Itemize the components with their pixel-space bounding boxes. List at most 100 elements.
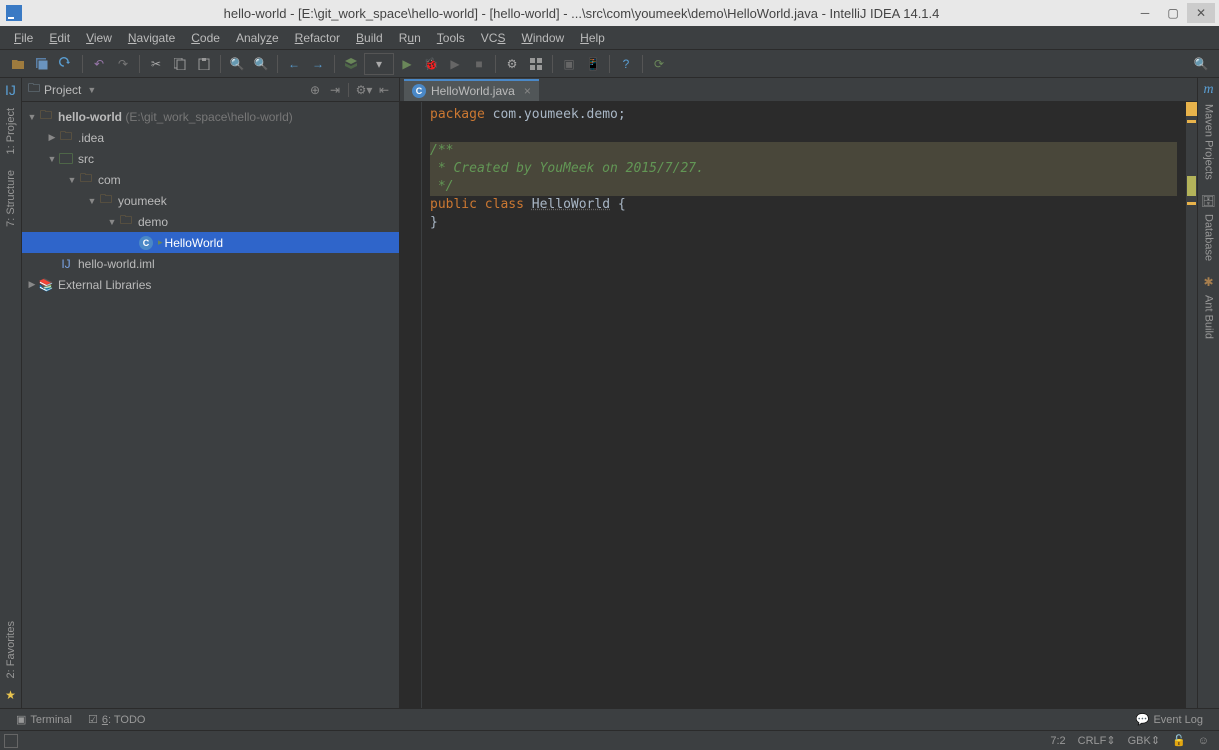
run-config-dropdown[interactable]: ▾ xyxy=(364,53,394,75)
close-tab-icon[interactable]: × xyxy=(524,84,531,98)
database-icon: 🗄 xyxy=(1201,194,1216,208)
terminal-tool-tab[interactable]: ▣ Terminal xyxy=(16,713,72,726)
title-bar: hello-world - [E:\git_work_space\hello-w… xyxy=(0,0,1219,26)
hide-panel-icon[interactable]: ⇤ xyxy=(375,81,393,99)
menu-analyze[interactable]: Analyze xyxy=(228,29,287,47)
maven-tool-tab[interactable]: Maven Projects xyxy=(1201,98,1217,186)
status-bar: 7:2 CRLF⇕ GBK⇕ 🔓 ☺ xyxy=(0,730,1219,750)
menu-edit[interactable]: Edit xyxy=(41,29,78,47)
menu-tools[interactable]: Tools xyxy=(429,29,473,47)
menu-navigate[interactable]: Navigate xyxy=(120,29,183,47)
package-icon: 🗀 xyxy=(98,190,114,211)
back-icon[interactable]: ← xyxy=(283,53,305,75)
main-toolbar: ↶ ↷ ✂ 🔍 🔍 ← → ▾ ▶ 🐞 ▶ ■ ⚙ ▣ 📱 ? ⟳ 🔍 xyxy=(0,50,1219,78)
package-icon: 🗀 xyxy=(78,169,94,190)
find-icon[interactable]: 🔍 xyxy=(226,53,248,75)
code-editor[interactable]: package com.youmeek.demo; /** * Created … xyxy=(400,102,1197,708)
bottom-tool-bar: ▣ Terminal ☑ 6: TODO 💬 Event Log xyxy=(0,708,1219,730)
caret-position[interactable]: 7:2 xyxy=(1050,735,1065,747)
menu-refactor[interactable]: Refactor xyxy=(287,29,348,47)
favorites-tool-tab[interactable]: 2: Favorites xyxy=(3,615,19,684)
ant-tool-tab[interactable]: Ant Build xyxy=(1201,289,1217,345)
menu-view[interactable]: View xyxy=(78,29,120,47)
save-all-icon[interactable] xyxy=(31,53,53,75)
undo-icon[interactable]: ↶ xyxy=(88,53,110,75)
search-everywhere-icon[interactable]: 🔍 xyxy=(1190,53,1212,75)
editor-tab-helloworld[interactable]: C HelloWorld.java × xyxy=(404,79,539,101)
tree-root[interactable]: ▼ 🗀 hello-world (E:\git_work_space\hello… xyxy=(22,106,399,127)
make-project-icon[interactable] xyxy=(340,53,362,75)
error-stripe[interactable] xyxy=(1185,102,1197,708)
maven-m-icon: m xyxy=(1203,82,1213,98)
redo-icon[interactable]: ↷ xyxy=(112,53,134,75)
coverage-icon[interactable]: ▶ xyxy=(444,53,466,75)
menu-code[interactable]: Code xyxy=(183,29,228,47)
window-title: hello-world - [E:\git_work_space\hello-w… xyxy=(32,6,1131,21)
jrebel-icon[interactable]: ⟳ xyxy=(648,53,670,75)
database-tool-tab[interactable]: Database xyxy=(1201,208,1217,267)
settings-icon[interactable]: ⚙ xyxy=(501,53,523,75)
scroll-to-source-icon[interactable]: ⊕ xyxy=(306,81,324,99)
menu-help[interactable]: Help xyxy=(572,29,613,47)
tree-idea-folder[interactable]: ▶ 🗀 .idea xyxy=(22,127,399,148)
project-panel-header: 🗀 Project ▼ ⊕ ⇥ ⚙▾ ⇤ xyxy=(22,78,399,102)
folder-icon: 🗀 xyxy=(58,127,74,148)
hector-icon[interactable]: ☺ xyxy=(1198,735,1209,747)
project-view-dropdown[interactable]: ▼ xyxy=(87,85,96,95)
cut-icon[interactable]: ✂ xyxy=(145,53,167,75)
runnable-marker-icon: ▸ xyxy=(158,237,163,248)
todo-tool-tab[interactable]: ☑ 6: TODO xyxy=(88,713,146,726)
menu-file[interactable]: File xyxy=(6,29,41,47)
terminal-icon: ▣ xyxy=(16,713,26,726)
run-icon[interactable]: ▶ xyxy=(396,53,418,75)
structure-tool-tab[interactable]: 7: Structure xyxy=(3,164,19,233)
maximize-button[interactable]: ▢ xyxy=(1159,3,1187,23)
replace-icon[interactable]: 🔍 xyxy=(250,53,272,75)
java-class-icon: C xyxy=(138,236,154,250)
project-tool-tab[interactable]: 1: Project xyxy=(3,102,19,160)
menu-build[interactable]: Build xyxy=(348,29,391,47)
open-icon[interactable] xyxy=(7,53,29,75)
tree-helloworld-class[interactable]: C ▸ HelloWorld xyxy=(22,232,399,253)
collapse-all-icon[interactable]: ⇥ xyxy=(326,81,344,99)
project-tree: ▼ 🗀 hello-world (E:\git_work_space\hello… xyxy=(22,102,399,708)
panel-settings-icon[interactable]: ⚙▾ xyxy=(355,81,373,99)
project-tool-window: 🗀 Project ▼ ⊕ ⇥ ⚙▾ ⇤ ▼ 🗀 hello-world (E:… xyxy=(22,78,400,708)
tree-iml-file[interactable]: IJ hello-world.iml xyxy=(22,253,399,274)
tree-com-package[interactable]: ▼ 🗀 com xyxy=(22,169,399,190)
project-view-title[interactable]: Project xyxy=(44,83,81,97)
file-encoding[interactable]: GBK⇕ xyxy=(1128,734,1160,747)
sync-icon[interactable] xyxy=(55,53,77,75)
menu-window[interactable]: Window xyxy=(513,29,572,47)
paste-icon[interactable] xyxy=(193,53,215,75)
minimize-button[interactable]: ─ xyxy=(1131,3,1159,23)
sdk-manager-icon[interactable]: ▣ xyxy=(558,53,580,75)
tree-youmeek-package[interactable]: ▼ 🗀 youmeek xyxy=(22,190,399,211)
forward-icon[interactable]: → xyxy=(307,53,329,75)
menu-vcs[interactable]: VCS xyxy=(473,29,514,47)
ant-icon: ✱ xyxy=(1203,275,1213,289)
debug-icon[interactable]: 🐞 xyxy=(420,53,442,75)
help-icon[interactable]: ? xyxy=(615,53,637,75)
tree-src-folder[interactable]: ▼ src xyxy=(22,148,399,169)
lock-icon[interactable]: 🔓 xyxy=(1172,734,1186,747)
event-log-tab[interactable]: 💬 Event Log xyxy=(1136,713,1203,726)
tree-root-path: (E:\git_work_space\hello-world) xyxy=(125,110,292,124)
libraries-icon: 📚 xyxy=(38,278,54,292)
iml-file-icon: IJ xyxy=(58,257,74,271)
source-folder-icon xyxy=(58,153,74,164)
close-button[interactable]: ✕ xyxy=(1187,3,1215,23)
menu-run[interactable]: Run xyxy=(391,29,429,47)
tree-root-name: hello-world xyxy=(58,110,122,124)
menu-bar: File Edit View Navigate Code Analyze Ref… xyxy=(0,26,1219,50)
copy-icon[interactable] xyxy=(169,53,191,75)
avd-manager-icon[interactable]: 📱 xyxy=(582,53,604,75)
module-folder-icon: 🗀 xyxy=(38,106,54,127)
editor-gutter xyxy=(400,102,422,708)
tree-demo-package[interactable]: ▼ 🗀 demo xyxy=(22,211,399,232)
project-structure-icon[interactable] xyxy=(525,53,547,75)
tree-external-libraries[interactable]: ▶ 📚 External Libraries xyxy=(22,274,399,295)
line-separator[interactable]: CRLF⇕ xyxy=(1078,734,1116,747)
tool-windows-quick-access-icon[interactable] xyxy=(4,734,18,748)
stop-icon[interactable]: ■ xyxy=(468,53,490,75)
